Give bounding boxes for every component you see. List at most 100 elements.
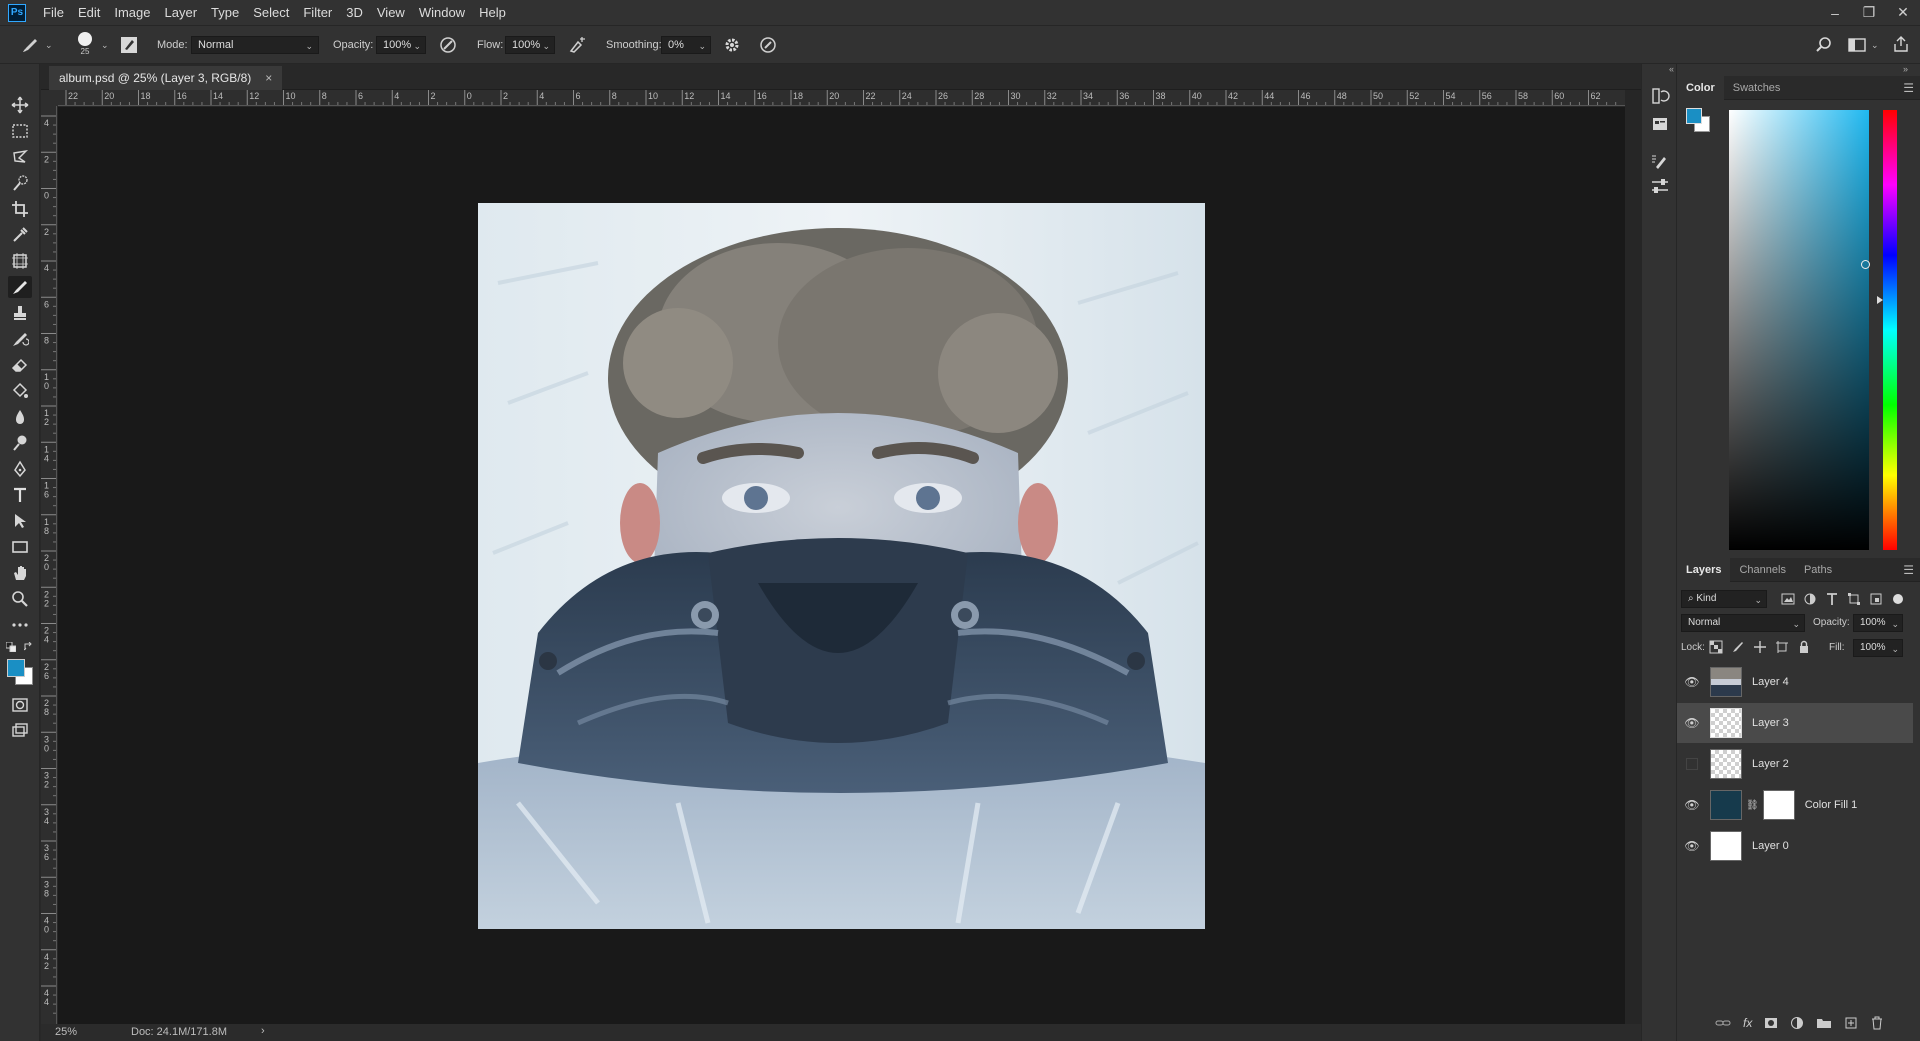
filter-smart-object-icon[interactable] [1869,592,1883,606]
tab-color[interactable]: Color [1677,75,1724,100]
panel-menu-icon[interactable]: ☰ [1903,81,1920,95]
menu-window[interactable]: Window [412,0,472,25]
layer-row-layer-2[interactable]: Layer 2 [1677,744,1913,784]
chevron-down-icon[interactable]: ⌄ [45,40,53,51]
filter-adjustment-icon[interactable] [1803,592,1817,606]
pen-tool-icon[interactable] [8,458,32,480]
filter-toggle-icon[interactable] [1891,592,1905,606]
quick-mask-icon[interactable] [8,694,32,716]
default-colors-icon[interactable] [6,642,16,652]
new-adjustment-layer-icon[interactable] [1790,1016,1804,1030]
visibility-toggle-off[interactable] [1686,758,1698,770]
layer-opacity-input[interactable]: 100% ⌄ [1853,614,1903,632]
move-tool-icon[interactable] [8,94,32,116]
canvas-area[interactable] [58,107,1625,1024]
close-button[interactable]: ✕ [1886,0,1920,25]
brush-size-picker[interactable]: 25 [76,32,94,56]
screen-mode-icon[interactable] [8,720,32,742]
brush-tool-preset-icon[interactable] [20,35,42,55]
flow-input[interactable]: 100% ⌄ [505,36,555,54]
menu-image[interactable]: Image [107,0,157,25]
chevron-down-icon[interactable]: ⌄ [1871,40,1879,51]
panel-menu-icon[interactable]: ☰ [1903,563,1920,577]
workspace-icon[interactable] [1848,37,1866,53]
menu-view[interactable]: View [370,0,412,25]
gear-icon[interactable] [723,36,741,54]
menu-type[interactable]: Type [204,0,246,25]
hue-slider-marker-icon[interactable] [1877,296,1883,304]
menu-layer[interactable]: Layer [158,0,205,25]
fill-input[interactable]: 100% ⌄ [1853,639,1903,657]
menu-select[interactable]: Select [246,0,296,25]
new-layer-icon[interactable] [1844,1016,1858,1030]
zoom-tool-icon[interactable] [8,588,32,610]
collapse-dock-icon[interactable]: « [1669,64,1674,74]
crop-tool-icon[interactable] [8,198,32,220]
lock-transparent-pixels-icon[interactable] [1709,640,1723,654]
mode-select[interactable]: Normal ⌄ [191,36,319,54]
document-tab[interactable]: album.psd @ 25% (Layer 3, RGB/8) × [49,66,283,90]
collapse-panels-icon[interactable]: » [1903,64,1908,74]
quick-selection-tool-icon[interactable] [8,172,32,194]
lock-position-icon[interactable] [1753,640,1767,654]
zoom-level[interactable]: 25% [55,1026,77,1038]
visibility-eye-icon[interactable]: 👁 [1684,716,1700,730]
filter-shape-icon[interactable] [1847,592,1861,606]
layer-row-color-fill-1[interactable]: 👁 ⛓ Color Fill 1 [1677,785,1913,825]
saturation-brightness-field[interactable] [1729,110,1870,550]
hue-slider[interactable] [1883,110,1897,550]
new-group-folder-icon[interactable] [1816,1016,1832,1030]
brush-tool-icon[interactable] [8,276,32,298]
path-selection-tool-icon[interactable] [8,510,32,532]
ruler-origin[interactable] [41,90,58,106]
marquee-tool-icon[interactable] [8,120,32,142]
tab-channels[interactable]: Channels [1730,558,1794,582]
delete-layer-trash-icon[interactable] [1870,1016,1884,1030]
history-panel-icon[interactable] [1650,86,1670,106]
hand-tool-icon[interactable] [8,562,32,584]
layer-name[interactable]: Layer 0 [1752,840,1789,852]
more-tools-icon[interactable] [8,614,32,636]
document-image[interactable] [478,203,1205,929]
tab-swatches[interactable]: Swatches [1724,76,1790,100]
pressure-opacity-icon[interactable] [439,36,457,54]
dodge-tool-icon[interactable] [8,432,32,454]
layer-name[interactable]: Layer 3 [1752,717,1789,729]
eraser-tool-icon[interactable] [8,354,32,376]
adjustments-sliders-icon[interactable] [1650,176,1670,196]
layer-row-layer-3[interactable]: 👁 Layer 3 [1677,703,1913,743]
blur-tool-icon[interactable] [8,406,32,428]
lasso-tool-icon[interactable] [8,146,32,168]
properties-panel-icon[interactable] [1650,114,1670,134]
chevron-down-icon[interactable]: ⌄ [101,40,109,51]
color-panel-foreground-swatch[interactable] [1686,108,1702,124]
brush-settings-panel-icon[interactable] [120,36,138,54]
close-tab-icon[interactable]: × [265,71,272,85]
visibility-eye-icon[interactable]: 👁 [1684,675,1700,689]
layer-name[interactable]: Color Fill 1 [1805,799,1858,811]
search-icon[interactable] [1815,36,1833,54]
layer-style-fx-icon[interactable]: fx [1743,1016,1752,1030]
color-picker-cursor[interactable] [1861,260,1870,269]
type-tool-icon[interactable] [8,484,32,506]
rectangle-tool-icon[interactable] [8,536,32,558]
lock-all-icon[interactable] [1797,640,1811,654]
visibility-eye-icon[interactable]: 👁 [1684,798,1700,812]
minimize-button[interactable]: – [1818,0,1852,25]
airbrush-icon[interactable] [568,36,588,54]
layer-filter-select[interactable]: ⌕ Kind ⌄ [1681,590,1767,608]
filter-pixel-icon[interactable] [1781,592,1795,606]
swap-colors-icon[interactable] [24,642,34,652]
add-mask-icon[interactable] [1764,1016,1778,1030]
link-chain-icon[interactable]: ⛓ [1746,800,1759,811]
pressure-size-icon[interactable] [759,36,777,54]
menu-filter[interactable]: Filter [296,0,339,25]
blend-mode-select[interactable]: Normal ⌄ [1681,614,1805,632]
tab-layers[interactable]: Layers [1677,557,1731,582]
frame-tool-icon[interactable] [8,250,32,272]
layer-row-layer-4[interactable]: 👁 Layer 4 [1677,662,1913,702]
restore-button[interactable]: ❐ [1852,0,1886,25]
layer-name[interactable]: Layer 4 [1752,676,1789,688]
vertical-scrollbar[interactable] [1625,90,1641,1024]
brush-settings-icon[interactable] [1650,152,1670,172]
